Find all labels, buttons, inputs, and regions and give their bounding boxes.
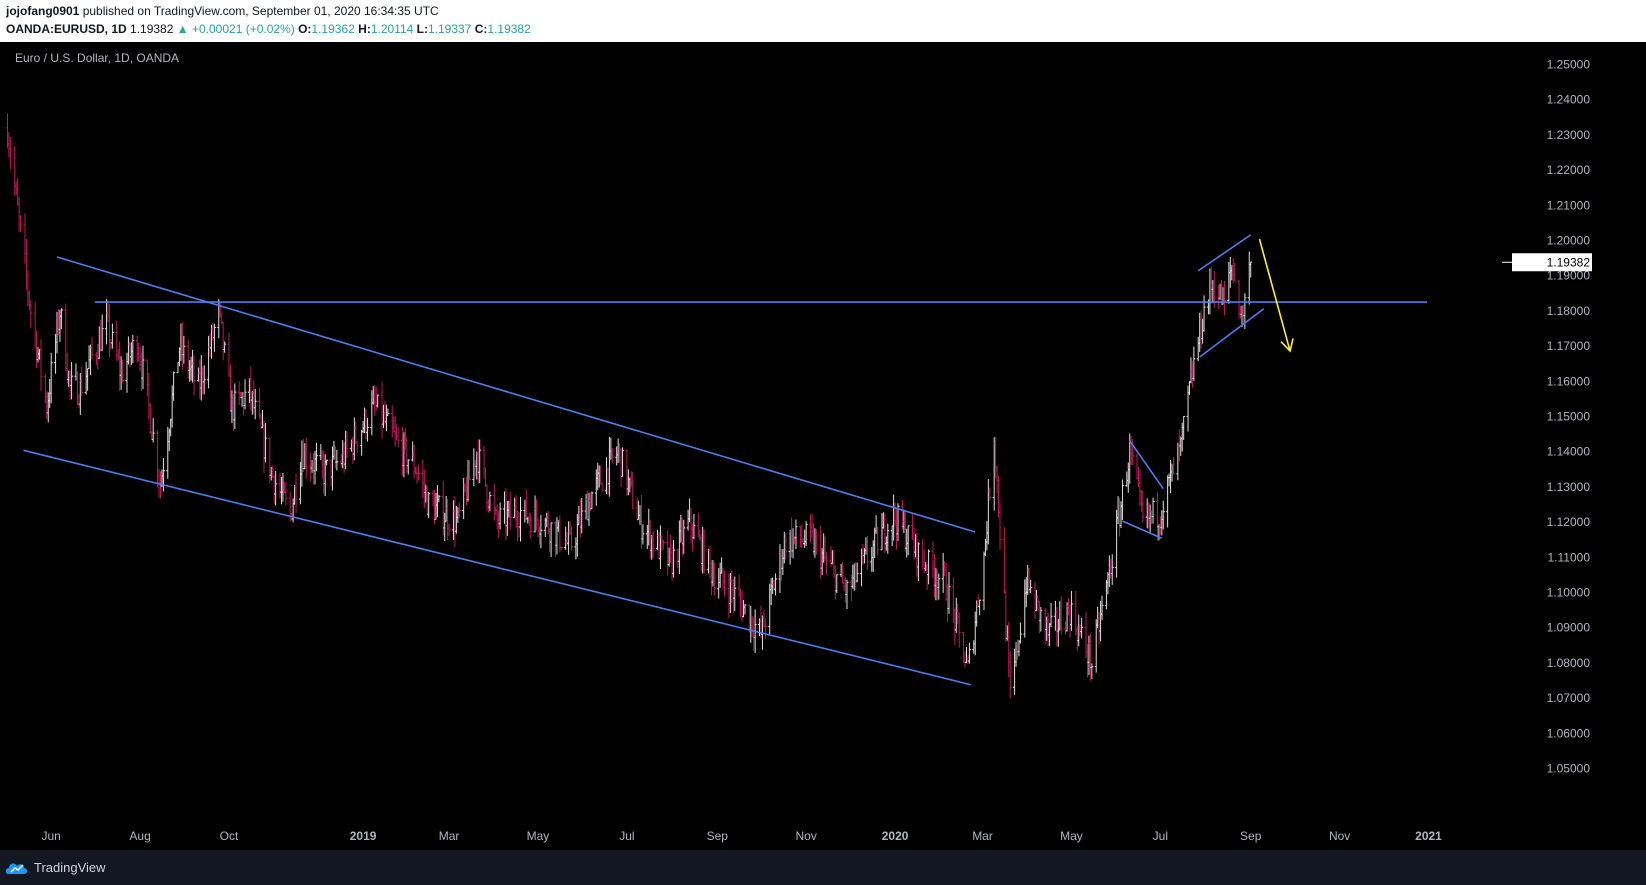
ohlc-bar: [600, 482, 604, 492]
y-tick-label: 1.06000: [1547, 726, 1591, 740]
ohlc-bar: [360, 430, 364, 456]
x-tick-label: Oct: [220, 829, 239, 843]
channel-upper-line: [56, 256, 976, 533]
y-tick-label: 1.16000: [1547, 374, 1591, 388]
x-tick-label: 2021: [1415, 829, 1442, 843]
y-tick-label: 1.23000: [1547, 128, 1591, 142]
ohlc-bar: [1002, 527, 1006, 594]
annotation-lines: [23, 234, 1428, 686]
y-tick-label: 1.25000: [1547, 58, 1591, 72]
ohlc-bar: [794, 519, 798, 550]
wedge-lower-line: [1199, 308, 1265, 358]
price-axis: 1.25000 1.24000 1.23000 1.22000 1.21000 1.200…: [1502, 58, 1592, 776]
x-tick-label: Nov: [795, 829, 816, 843]
x-tick-label: 2019: [350, 829, 377, 843]
open-label: O:: [298, 22, 312, 36]
x-tick-label: Sep: [1240, 829, 1262, 843]
last-price-label: 1.19382: [1547, 255, 1591, 269]
y-tick-label: 1.08000: [1547, 656, 1591, 670]
y-tick-label: 1.18000: [1547, 304, 1591, 318]
x-tick-label: 2020: [882, 829, 909, 843]
y-tick-label: 1.21000: [1547, 198, 1591, 212]
x-tick-label: Aug: [129, 829, 150, 843]
close-label: C:: [474, 22, 488, 36]
ohlc-bar: [39, 339, 43, 391]
x-tick-label: Sep: [707, 829, 729, 843]
x-tick-label: Jul: [619, 829, 634, 843]
y-tick-label: 1.14000: [1547, 445, 1591, 459]
x-tick-label: Mar: [439, 829, 460, 843]
low-label: L:: [416, 22, 428, 36]
y-tick-label: 1.17000: [1547, 339, 1591, 353]
ohlc-bar: [221, 321, 225, 361]
cloud-icon: [6, 863, 27, 874]
ohlc-bar: [1247, 251, 1251, 305]
y-tick-label: 1.10000: [1547, 586, 1591, 600]
flag-upper-line: [1129, 440, 1164, 490]
y-tick-label: 1.12000: [1547, 515, 1591, 529]
y-tick-label: 1.05000: [1547, 762, 1591, 776]
y-tick-label: 1.22000: [1547, 163, 1591, 177]
chart-area[interactable]: 1.25000 1.24000 1.23000 1.22000 1.21000 1.200…: [0, 42, 1646, 850]
y-tick-label: 1.24000: [1547, 93, 1591, 107]
y-tick-label: 1.07000: [1547, 691, 1591, 705]
published-text: published on TradingView.com, September …: [82, 4, 439, 18]
symbol-label: OANDA:EURUSD, 1D: [6, 22, 127, 36]
x-tick-label: May: [527, 829, 550, 843]
last-price: 1.19382: [130, 22, 174, 36]
x-tick-label: Jul: [1153, 829, 1168, 843]
ohlc-bar: [492, 483, 496, 521]
footer: TradingView: [0, 850, 1646, 885]
symbol-info: OANDA:EURUSD, 1D 1.19382 ▲ +0.00021 (+0.…: [6, 22, 531, 36]
price-change: ▲ +0.00021 (+0.02%): [176, 22, 295, 36]
ohlc-bars: [5, 113, 1253, 699]
ohlc-bar: [982, 551, 986, 611]
brand-name: TradingView: [34, 860, 106, 875]
low-value: 1.19337: [428, 22, 472, 36]
y-tick-label: 1.15000: [1547, 410, 1591, 424]
y-tick-label: 1.20000: [1547, 234, 1591, 248]
y-tick-label: 1.11000: [1548, 550, 1591, 564]
price-chart[interactable]: 1.25000 1.24000 1.23000 1.22000 1.21000 1.200…: [0, 42, 1646, 850]
time-axis: Jun Aug Oct 2019 Mar May Jul Sep Nov 2020 Mar May Ju…: [42, 829, 1443, 843]
x-tick-label: Mar: [972, 829, 993, 843]
x-tick-label: Nov: [1329, 829, 1350, 843]
wedge-upper-line: [1197, 234, 1252, 272]
flag-lower-line: [1122, 520, 1163, 540]
chart-header: jojofang0901 published on TradingView.co…: [0, 0, 1646, 42]
y-tick-label: 1.13000: [1547, 480, 1591, 494]
publisher-name[interactable]: jojofang0901: [6, 4, 79, 18]
y-tick-label: 1.09000: [1547, 621, 1591, 635]
x-tick-label: May: [1060, 829, 1083, 843]
tradingview-logo[interactable]: TradingView: [6, 860, 106, 875]
publish-info: jojofang0901 published on TradingView.co…: [6, 4, 439, 18]
forecast-arrow-shaft: [1258, 238, 1291, 352]
x-tick-label: Jun: [42, 829, 61, 843]
channel-lower-line: [23, 449, 972, 686]
high-value: 1.20114: [370, 22, 414, 36]
chart-title: Euro / U.S. Dollar, 1D, OANDA: [15, 51, 179, 65]
high-label: H:: [358, 22, 371, 36]
open-value: 1.19362: [311, 22, 355, 36]
close-value: 1.19382: [487, 22, 531, 36]
